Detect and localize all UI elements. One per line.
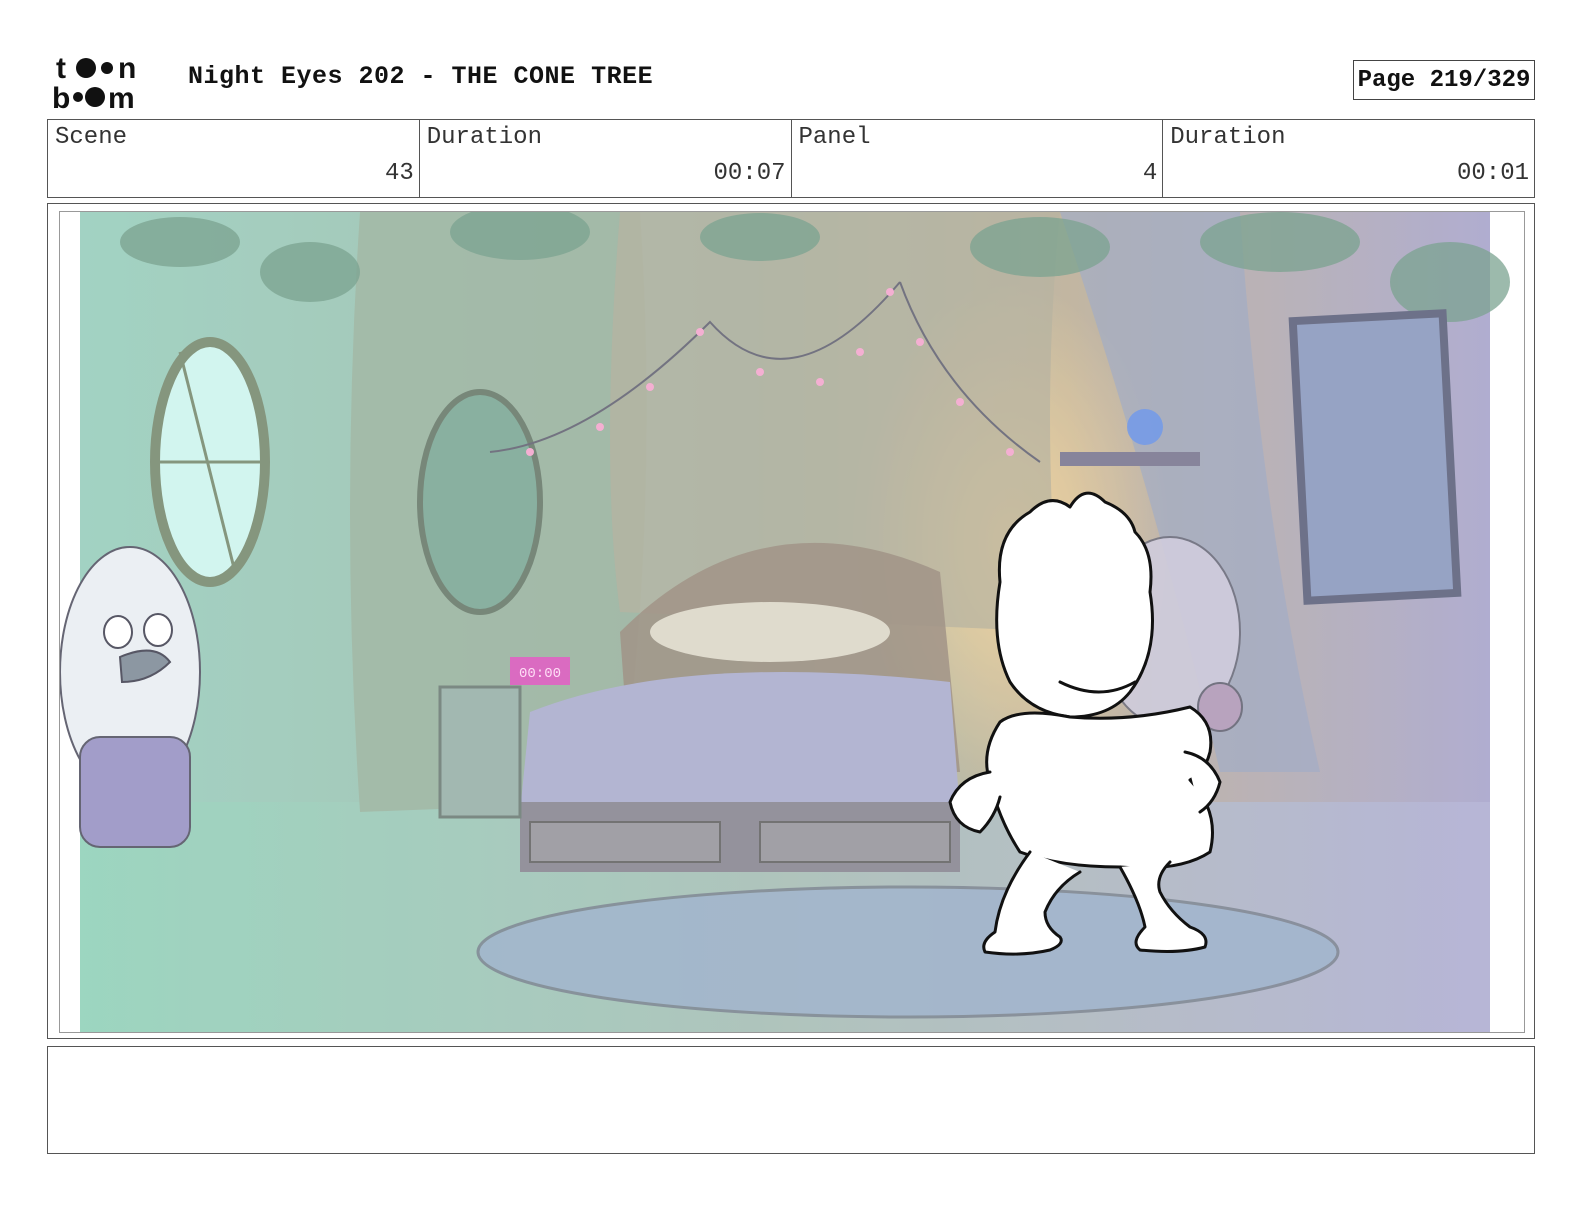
page-number: Page 219/329 <box>1353 60 1535 100</box>
toon-boom-logo: t n b m <box>50 50 165 115</box>
svg-text:b: b <box>52 82 70 112</box>
svg-text:m: m <box>108 82 135 112</box>
panel-duration-value: 00:01 <box>1456 160 1529 187</box>
scene-cell: Scene 43 <box>48 120 420 197</box>
panel-notes-box <box>47 1046 1535 1154</box>
scene-info-row: Scene 43 Duration 00:07 Panel 4 Duration… <box>47 119 1535 198</box>
panel-duration-label: Duration <box>1170 124 1286 151</box>
bedroom-background: 00:00 <box>60 212 1524 1032</box>
panel-value: 4 <box>1142 160 1158 187</box>
scene-duration-value: 00:07 <box>713 160 786 187</box>
scene-value: 43 <box>384 160 414 187</box>
svg-text:t: t <box>56 52 66 85</box>
storyboard-panel-image: 00:00 <box>59 211 1525 1033</box>
document-title: Night Eyes 202 - THE CONE TREE <box>188 62 654 91</box>
panel-cell: Panel 4 <box>792 120 1164 197</box>
panel-label: Panel <box>798 124 871 151</box>
panel-duration-cell: Duration 00:01 <box>1163 120 1534 197</box>
scene-duration-cell: Duration 00:07 <box>420 120 792 197</box>
svg-text:n: n <box>118 52 136 85</box>
scene-label: Scene <box>55 124 128 151</box>
scene-duration-label: Duration <box>426 124 542 151</box>
